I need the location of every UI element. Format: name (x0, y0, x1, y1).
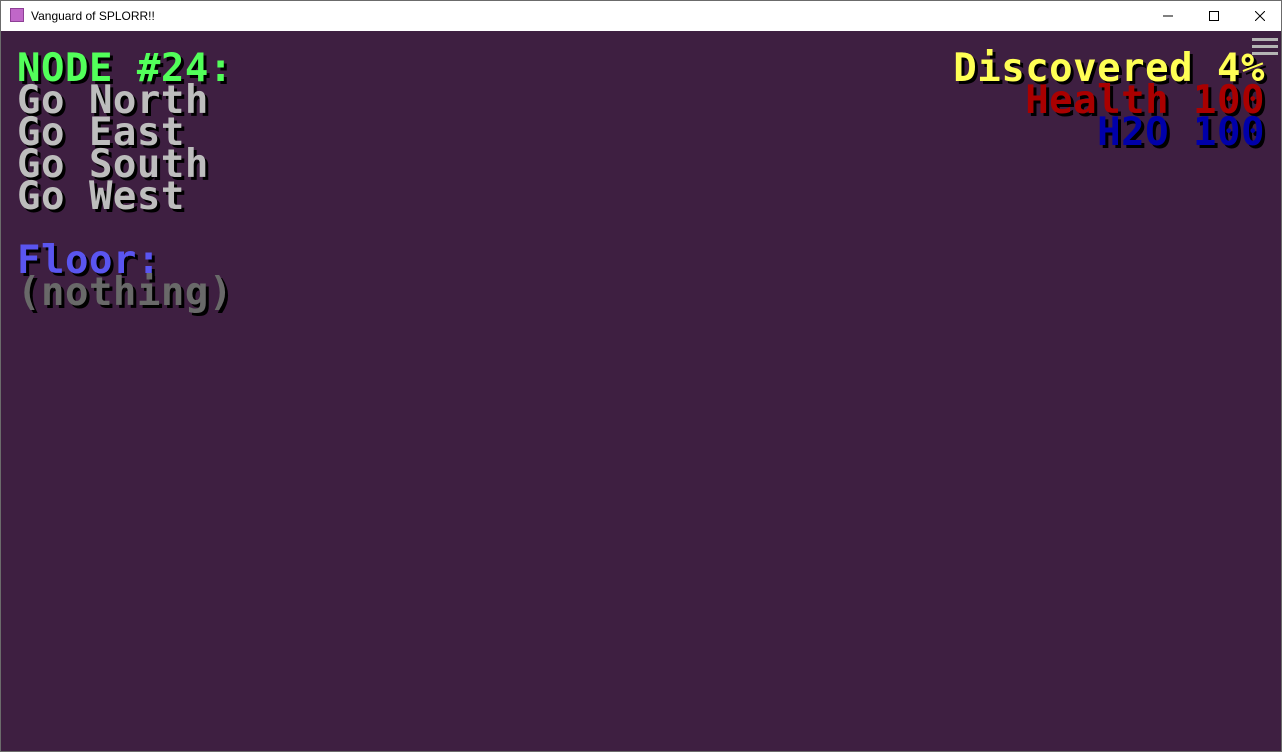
maximize-button[interactable] (1191, 1, 1237, 31)
h2o-stat: H2O 100 (1097, 110, 1265, 155)
close-button[interactable] (1237, 1, 1282, 31)
app-window: Vanguard of SPLORR!! NODE #24: Go North … (0, 0, 1282, 752)
hamburger-menu-icon[interactable] (1252, 36, 1278, 60)
window-title: Vanguard of SPLORR!! (31, 9, 155, 23)
app-icon (10, 8, 24, 22)
floor-contents: (nothing) (17, 270, 233, 315)
game-screen: NODE #24: Go North Go East Go South Go W… (1, 31, 1281, 751)
title-bar[interactable]: Vanguard of SPLORR!! (1, 1, 1281, 31)
minimize-icon (1163, 15, 1173, 17)
maximize-icon (1209, 11, 1219, 21)
minimize-button[interactable] (1145, 1, 1191, 31)
close-icon (1255, 11, 1265, 21)
option-go-west[interactable]: Go West (17, 177, 185, 216)
